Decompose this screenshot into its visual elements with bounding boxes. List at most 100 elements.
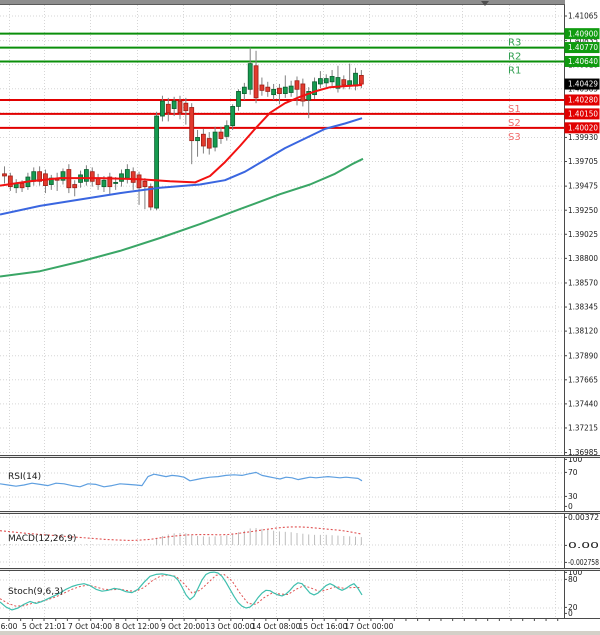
time-axis-label: 5 Oct 21:01 <box>22 622 66 631</box>
stoch-label: Stoch(9,6,3) <box>8 587 63 597</box>
time-axis-label: 8 Oct 12:00 <box>115 622 159 631</box>
badge-text: 1.40429 <box>568 80 598 89</box>
badge-text: 1.40900 <box>568 29 598 38</box>
axis-tick-label: -0.002758 <box>568 558 599 567</box>
axis-tick-label: 1.38570 <box>568 279 598 288</box>
candle[interactable] <box>237 91 241 106</box>
candle[interactable] <box>178 101 182 113</box>
candle[interactable] <box>172 101 176 108</box>
candle[interactable] <box>348 81 352 85</box>
candle[interactable] <box>324 79 328 83</box>
price-badge: 1.40640 <box>565 56 600 67</box>
badge-text: 1.40640 <box>568 57 598 66</box>
rsi-line <box>0 472 362 486</box>
badge-text: 1.40280 <box>568 96 598 105</box>
axis-tick-label: 1.39705 <box>568 157 598 166</box>
candle[interactable] <box>359 75 363 84</box>
ma-mid-blue <box>0 118 362 214</box>
stoch-indicator-panel[interactable]: 10080200 <box>0 571 600 618</box>
candle[interactable] <box>196 137 200 140</box>
time-axis-label: 14 Oct 08:00 <box>252 622 301 631</box>
axis-tick-label: 1.41065 <box>568 12 598 21</box>
candle[interactable] <box>201 134 205 146</box>
candle[interactable] <box>3 174 7 176</box>
time-axis-label: 17 Oct 00:00 <box>345 622 394 631</box>
candle[interactable] <box>254 66 258 98</box>
candle[interactable] <box>242 87 246 93</box>
candle[interactable] <box>160 101 164 116</box>
candle[interactable] <box>277 88 281 93</box>
axis-tick-label: 30 <box>568 492 578 501</box>
candle[interactable] <box>354 73 358 86</box>
price-badge: 1.40020 <box>565 122 600 133</box>
candle[interactable] <box>219 132 223 138</box>
macd-indicator-panel[interactable]: 0.003720.00-0.002758 <box>0 514 600 568</box>
axis-tick-label: 1.39025 <box>568 230 598 239</box>
candle[interactable] <box>295 81 299 90</box>
axis-tick-label: 1.36985 <box>568 448 598 455</box>
candle[interactable] <box>90 172 94 182</box>
candle[interactable] <box>330 76 334 81</box>
axis-tick-label: 0 <box>568 609 573 618</box>
candle[interactable] <box>184 103 188 110</box>
pivot-label-r1: R1 <box>508 65 521 76</box>
candle[interactable] <box>283 87 287 93</box>
candle[interactable] <box>73 185 77 188</box>
candle[interactable] <box>289 86 293 92</box>
candle[interactable] <box>225 126 229 137</box>
candle[interactable] <box>213 132 217 147</box>
candle[interactable] <box>342 80 346 85</box>
candle[interactable] <box>190 107 194 140</box>
candle[interactable] <box>143 181 147 186</box>
price-badge: 1.40770 <box>565 42 600 53</box>
axis-tick-label: 80 <box>568 575 578 584</box>
main-price-chart[interactable]: R3R2R1S1S2S31.410651.408351.406101.40385… <box>0 5 600 455</box>
axis-tick-label: 1.38120 <box>568 327 598 336</box>
axis-tick-label: 1.37665 <box>568 375 598 384</box>
candle[interactable] <box>260 85 264 90</box>
candle[interactable] <box>84 170 88 182</box>
axis-tick-label: 1.39475 <box>568 182 598 191</box>
time-axis-label: 6:00 <box>1 622 18 631</box>
time-axis[interactable]: 6:00 5 Oct 21:017 Oct 04:008 Oct 12:009 O… <box>0 618 600 631</box>
rsi-indicator-panel[interactable]: 10070300 <box>0 458 600 511</box>
rsi-label: RSI(14) <box>8 472 41 482</box>
candle[interactable] <box>301 84 305 101</box>
candle[interactable] <box>266 87 270 91</box>
time-axis-label: 7 Oct 04:00 <box>68 622 112 631</box>
candle[interactable] <box>248 64 252 90</box>
badge-text: 1.40770 <box>568 43 598 52</box>
candle[interactable] <box>231 106 235 125</box>
axis-tick-label: 1.39930 <box>568 133 598 142</box>
axis-tick-label: 1.37890 <box>568 351 598 360</box>
candle[interactable] <box>318 79 322 84</box>
axis-tick-label: 1.37215 <box>568 424 598 433</box>
candle[interactable] <box>155 116 159 208</box>
axis-tick-label: 1.37440 <box>568 399 598 408</box>
candle[interactable] <box>20 183 24 187</box>
candle[interactable] <box>125 170 129 179</box>
time-axis-label: 15 Oct 16:00 <box>299 622 348 631</box>
candle[interactable] <box>272 89 276 94</box>
time-axis-label: 13 Oct 00:00 <box>206 622 255 631</box>
price-badge: 1.40150 <box>565 108 600 119</box>
candle[interactable] <box>131 172 135 183</box>
badge-text: 1.40020 <box>568 123 598 132</box>
price-badge: 1.40280 <box>565 94 600 105</box>
pivot-label-s3: S3 <box>508 132 521 143</box>
candle[interactable] <box>207 139 211 149</box>
candle[interactable] <box>114 182 118 183</box>
badge-text: 1.40150 <box>568 110 598 119</box>
axis-tick-label: 0.00 <box>568 541 599 550</box>
axis-tick-label: 0 <box>568 502 573 511</box>
axis-tick-label: 1.38345 <box>568 303 598 312</box>
current-price-badge: 1.40429 <box>565 79 600 90</box>
candle[interactable] <box>166 104 170 113</box>
macd-label: MACD(12,26,9) <box>8 534 76 544</box>
candle[interactable] <box>120 174 124 181</box>
axis-tick-label: 70 <box>568 468 578 477</box>
candle[interactable] <box>102 180 106 186</box>
trading-chart-window: R3R2R1S1S2S31.410651.408351.406101.40385… <box>0 0 600 635</box>
candle[interactable] <box>137 175 141 188</box>
time-axis-label: 9 Oct 20:00 <box>161 622 205 631</box>
